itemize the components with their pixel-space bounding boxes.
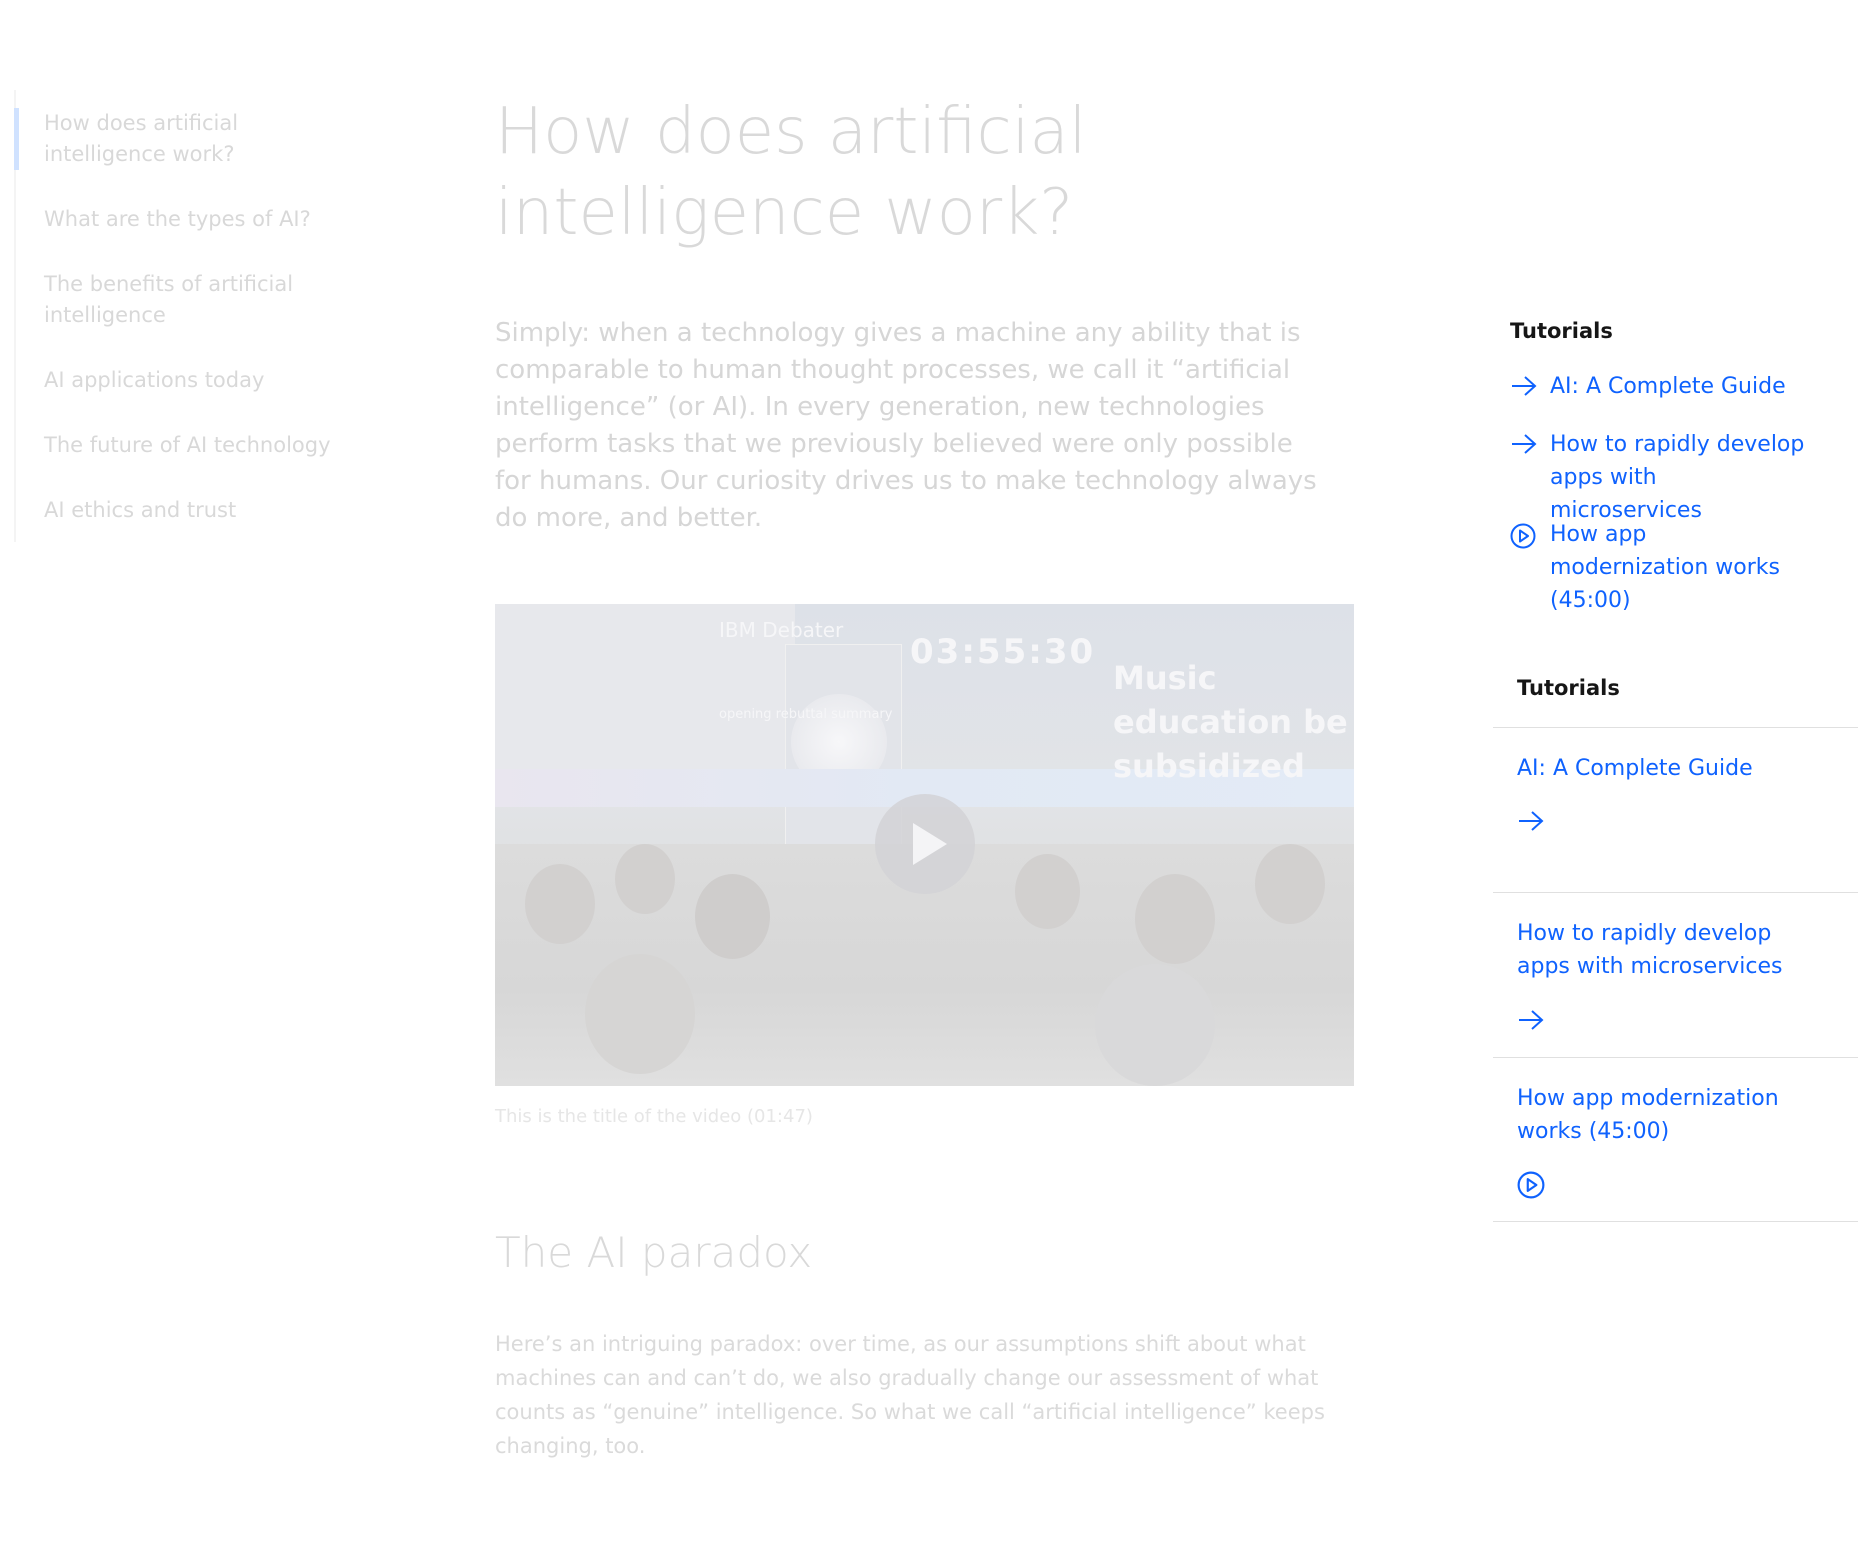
video-overlay-timer: 03:55:30 — [910, 632, 1096, 672]
section-paragraph: Here’s an intriguing paradox: over time,… — [495, 1332, 1325, 1458]
card-microservices[interactable]: How to rapidly develop apps with microse… — [1493, 892, 1858, 1058]
video-overlay-slide: Music education be subsidized — [1113, 659, 1348, 785]
card-label: How to rapidly develop apps with microse… — [1517, 921, 1783, 979]
link-list-item-app-modernization[interactable]: How app modernization works (45:00) — [1510, 518, 1810, 617]
link-list-item-label: AI: A Complete Guide — [1550, 374, 1786, 399]
arrow-right-icon — [1510, 428, 1550, 527]
video-caption: This is the title of the video (01:47) — [495, 1106, 813, 1127]
toc-item-types-of-ai[interactable]: What are the types of AI? — [16, 204, 336, 235]
card-complete-guide[interactable]: AI: A Complete Guide — [1493, 727, 1858, 893]
video-player[interactable]: IBM Debater 03:55:30 Music education be … — [495, 604, 1354, 1086]
toc-item-benefits[interactable]: The benefits of artificial intelligence — [16, 269, 336, 331]
link-list-item-microservices[interactable]: How to rapidly develop apps with microse… — [1510, 428, 1810, 527]
play-icon[interactable] — [875, 794, 975, 894]
link-list-title: Tutorials — [1510, 319, 1613, 343]
play-circle-icon — [1517, 1171, 1545, 1203]
table-of-contents: How does artificial intelligence work? W… — [14, 90, 336, 542]
toc-item-ethics[interactable]: AI ethics and trust — [16, 495, 336, 526]
card-app-modernization[interactable]: How app modernization works (45:00) — [1493, 1057, 1858, 1222]
toc-item-applications[interactable]: AI applications today — [16, 365, 336, 396]
arrow-right-icon — [1510, 370, 1550, 403]
play-circle-icon — [1510, 518, 1550, 617]
section-title: The AI paradox — [495, 1228, 813, 1277]
video-overlay-small: opening rebuttal summary — [719, 707, 893, 722]
card-label: AI: A Complete Guide — [1517, 756, 1753, 781]
arrow-right-icon — [1517, 1009, 1545, 1035]
card-label: How app modernization works (45:00) — [1517, 1086, 1779, 1144]
card-list-title: Tutorials — [1517, 676, 1620, 700]
lead-paragraph: Simply: when a technology gives a machin… — [495, 318, 1317, 533]
link-list-item-complete-guide[interactable]: AI: A Complete Guide — [1510, 370, 1810, 403]
arrow-right-icon — [1517, 810, 1545, 836]
link-list-item-label: How app modernization works (45:00) — [1550, 522, 1780, 613]
toc-item-future[interactable]: The future of AI technology — [16, 430, 336, 461]
toc-item-how-ai-works[interactable]: How does artificial intelligence work? — [14, 108, 336, 170]
link-list-item-label: How to rapidly develop apps with microse… — [1550, 432, 1805, 523]
video-overlay-label: IBM Debater — [719, 618, 844, 642]
page-title: How does artificial intelligence work? — [495, 95, 1087, 250]
